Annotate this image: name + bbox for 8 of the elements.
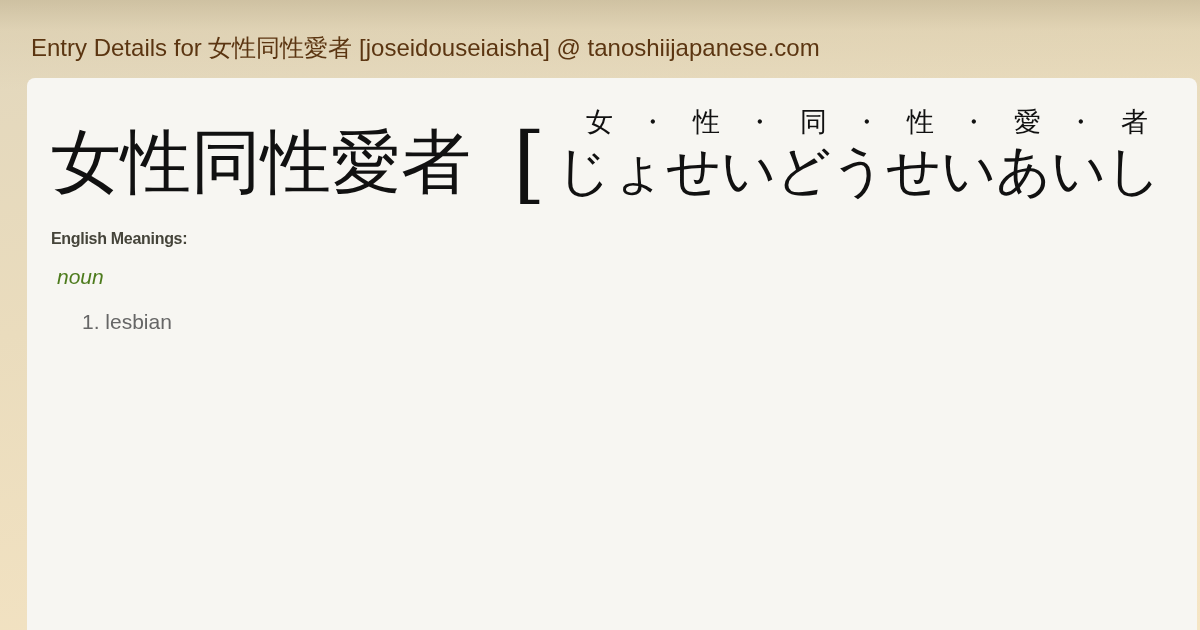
section-label: English Meanings: (51, 230, 188, 248)
part-of-speech: noun (57, 265, 104, 289)
furigana-text: 女・性・同・性・愛・者 (584, 106, 1175, 138)
reading-text: じょせいどうせいあいし (555, 138, 1161, 204)
headword: 女性同性愛者 (51, 120, 471, 204)
definition-item: 1. lesbian (82, 310, 172, 334)
reading-bracket: [ (513, 116, 546, 212)
page-title: Entry Details for 女性同性愛者 [joseidouseiaisha] @ tanoshiijapanese.com (31, 33, 820, 63)
